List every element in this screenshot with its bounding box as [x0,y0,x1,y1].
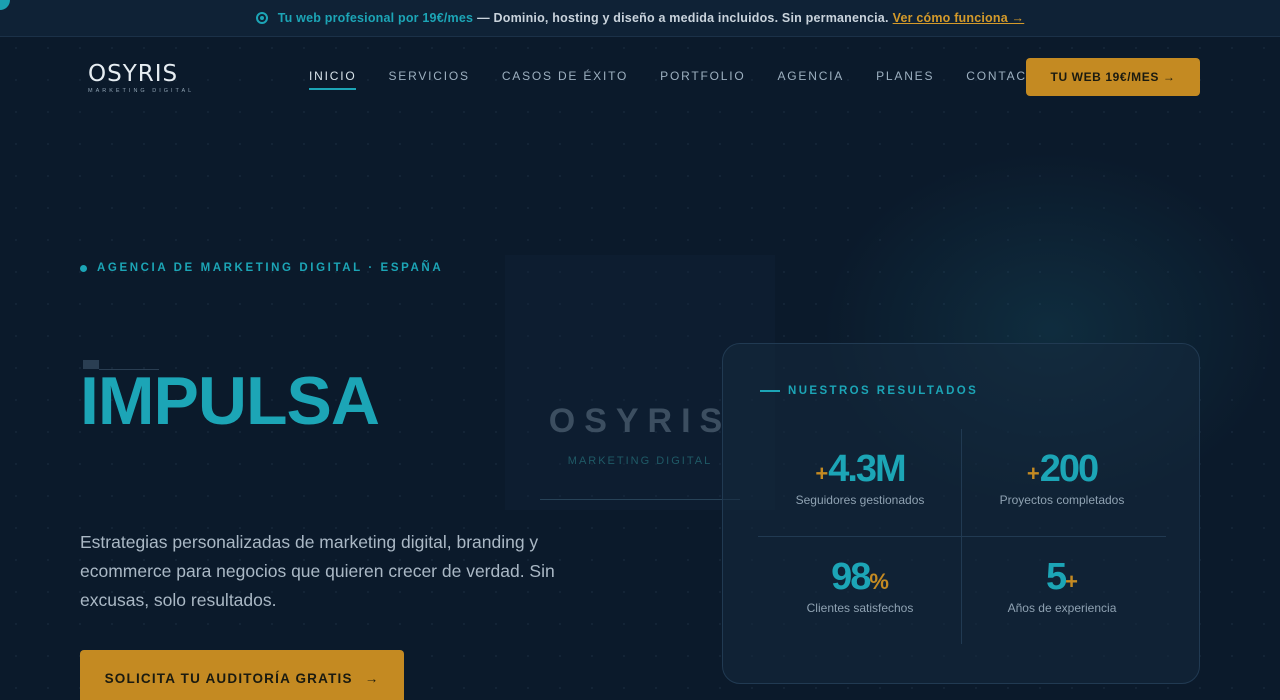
web-plan-button[interactable]: TU WEB 19€/MES → [1026,58,1200,96]
stat-number: 5 [1046,556,1067,598]
hero-title: IMPULSA [80,363,380,439]
main-nav: INICIO SERVICIOS CASOS DE ÉXITO PORTFOLI… [309,69,1079,90]
results-heading-text: NUESTROS RESULTADOS [788,385,979,397]
promo-link[interactable]: Ver cómo funciona → [893,11,1025,25]
stat-suffix: + [1065,569,1078,594]
nav-item-portfolio[interactable]: PORTFOLIO [660,69,745,90]
nav-item-inicio[interactable]: INICIO [309,69,357,90]
free-audit-label: SOLICITA TU AUDITORÍA GRATIS [104,670,353,686]
nav-item-casos-de-exito[interactable]: CASOS DE ÉXITO [502,69,628,90]
heading-bar [760,390,780,392]
stat-suffix: % [869,569,889,594]
stat-prefix: + [815,461,829,486]
promo-highlight: Tu web profesional por 19€/mes [277,11,474,25]
eyebrow-dot [80,264,87,272]
eyebrow-text: AGENCIA DE MARKETING DIGITAL · ESPAÑA [97,262,444,274]
brand-divider [540,499,740,500]
logo-word: OSYRIS [88,61,179,87]
nav-item-servicios[interactable]: SERVICIOS [388,69,469,90]
stat-number: 4.3M [828,448,906,490]
promo-text: — Dominio, hosting y diseño a medida inc… [477,11,889,25]
free-audit-button[interactable]: SOLICITA TU AUDITORÍA GRATIS → [80,650,404,700]
results-heading: NUESTROS RESULTADOS [760,385,978,397]
hero-eyebrow: AGENCIA DE MARKETING DIGITAL · ESPAÑA [80,262,443,274]
stat-value: 98% [760,556,960,599]
stat-value: +200 [962,448,1162,491]
hero-description: Estrategias personalizadas de marketing … [80,532,555,610]
stat-experience: 5+ Años de experiencia [962,556,1162,615]
promo-bar: Tu web profesional por 19€/mes — Dominio… [0,0,1280,37]
stat-number: 98 [831,556,871,598]
stat-projects: +200 Proyectos completados [962,448,1162,507]
brand-word: OSYRIS [548,402,732,440]
logo[interactable]: OSYRIS MARKETING DIGITAL [88,61,194,94]
stat-label: Clientes satisfechos [806,601,914,615]
stat-label: Seguidores gestionados [795,493,925,507]
stat-value: +4.3M [760,448,960,491]
arrow-right-icon: → [364,670,380,686]
stat-value: 5+ [962,556,1162,599]
stat-label: Años de experiencia [1007,601,1117,615]
brand-subtitle: MARKETING DIGITAL [567,455,713,467]
results-card: NUESTROS RESULTADOS +4.3M Seguidores ges… [722,343,1200,684]
stat-satisfaction: 98% Clientes satisfechos [760,556,960,615]
nav-item-agencia[interactable]: AGENCIA [777,69,844,90]
stat-number: 200 [1039,448,1099,490]
target-icon [255,12,268,24]
logo-subtitle: MARKETING DIGITAL [88,88,195,94]
stat-followers: +4.3M Seguidores gestionados [760,448,960,507]
nav-item-planes[interactable]: PLANES [876,69,934,90]
corner-badge [0,0,10,10]
stats-divider-horizontal [758,536,1166,537]
stat-prefix: + [1026,461,1040,486]
stat-label: Proyectos completados [999,493,1125,507]
